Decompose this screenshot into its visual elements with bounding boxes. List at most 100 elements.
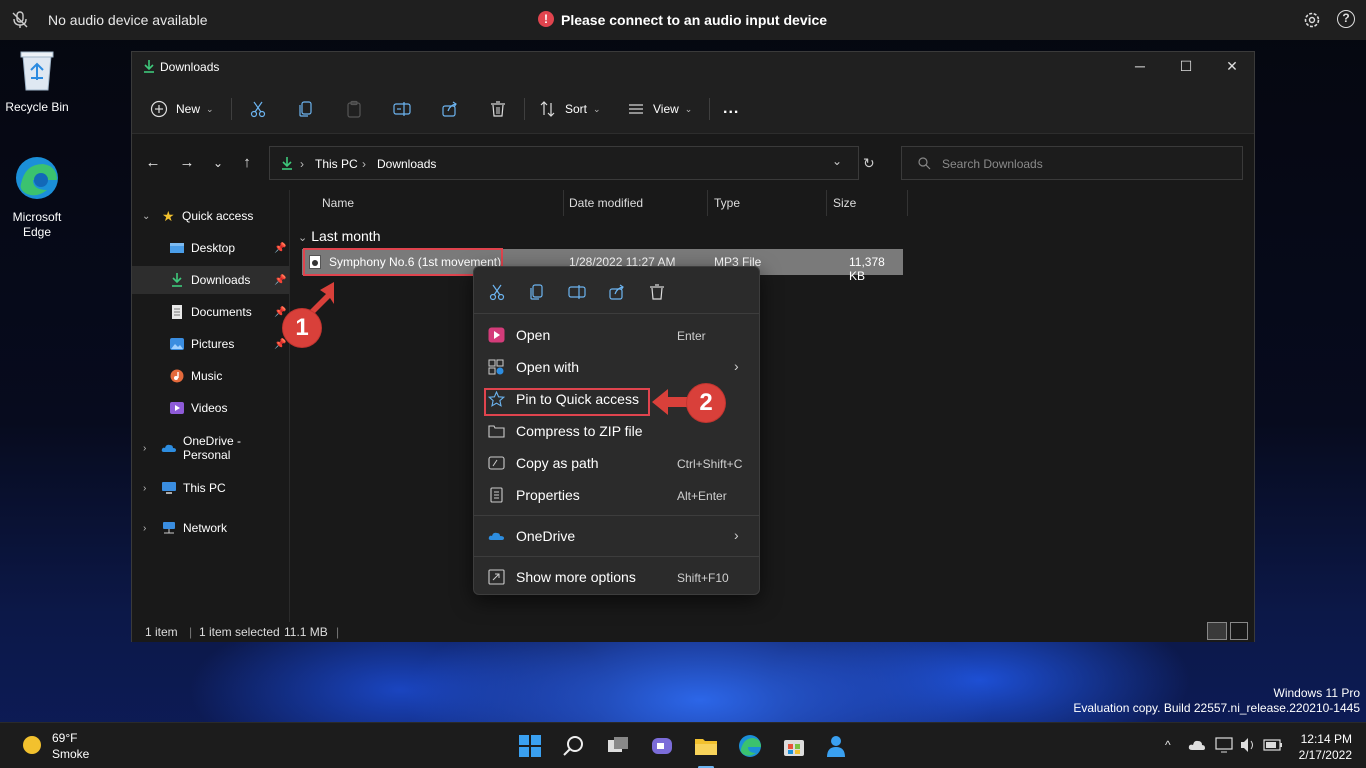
task-view-icon[interactable]: [604, 732, 632, 760]
sidebar-item-quick-access[interactable]: ⌄ ★ Quick access: [132, 202, 289, 230]
store-icon[interactable]: [780, 732, 808, 760]
windows-start-icon[interactable]: [516, 732, 544, 760]
column-header-type[interactable]: Type: [714, 196, 740, 210]
menu-item-copy-as-path[interactable]: Copy as path Ctrl+Shift+C: [474, 447, 759, 479]
column-header-size[interactable]: Size: [833, 196, 856, 210]
cut-button[interactable]: [249, 96, 267, 122]
sort-button[interactable]: Sort ⌄: [539, 96, 601, 122]
paste-button[interactable]: [345, 96, 363, 122]
sidebar-item-pictures[interactable]: Pictures 📌: [132, 330, 289, 358]
file-explorer-icon[interactable]: [692, 732, 720, 760]
menu-item-show-more-options[interactable]: Show more options Shift+F10: [474, 561, 759, 593]
sidebar-item-music[interactable]: Music: [132, 362, 289, 390]
new-button[interactable]: New ⌄: [150, 96, 214, 122]
chevron-down-icon[interactable]: ⌄: [142, 211, 150, 222]
search-icon: [918, 157, 931, 170]
menu-item-compress-zip[interactable]: Compress to ZIP file: [474, 415, 759, 447]
desktop-icon-edge[interactable]: Microsoft Edge: [0, 154, 74, 240]
refresh-icon[interactable]: ↻: [863, 155, 875, 172]
close-button[interactable]: ✕: [1222, 58, 1242, 74]
weather-widget[interactable]: 69°F Smoke: [0, 723, 120, 768]
search-icon[interactable]: [560, 732, 588, 760]
group-header[interactable]: ⌄ Last month: [298, 228, 380, 244]
menu-item-onedrive[interactable]: OneDrive ›: [474, 520, 759, 552]
pin-highlight-box: [484, 388, 650, 416]
chevron-right-icon[interactable]: ›: [143, 443, 146, 454]
download-icon: [282, 157, 292, 170]
more-options-button[interactable]: ...: [723, 96, 739, 122]
delete-button[interactable]: [489, 96, 507, 122]
sidebar-label: Pictures: [191, 337, 235, 351]
copy-button[interactable]: [297, 96, 315, 122]
mic-off-icon: [12, 11, 28, 28]
desktop-icon-recycle-bin[interactable]: Recycle Bin: [0, 48, 74, 115]
column-header-date[interactable]: Date modified: [569, 196, 643, 210]
copy-icon[interactable]: [528, 283, 546, 301]
edge-icon[interactable]: [736, 732, 764, 760]
share-icon: [442, 101, 457, 117]
paste-icon: [347, 100, 361, 118]
menu-shortcut: Ctrl+Shift+C: [677, 457, 743, 471]
sidebar-label: Documents: [191, 305, 252, 319]
battery-icon[interactable]: [1263, 737, 1283, 753]
cloud-icon: [161, 444, 176, 452]
pin-icon: 📌: [274, 338, 287, 350]
address-dropdown-chevron-icon[interactable]: ⌄: [832, 154, 842, 168]
sidebar-label: Desktop: [191, 241, 236, 255]
up-arrow-icon[interactable]: ↑: [237, 154, 257, 172]
callout-arrow-2: [652, 389, 692, 415]
search-placeholder: Search Downloads: [942, 157, 1043, 171]
sidebar-item-desktop[interactable]: Desktop 📌: [132, 234, 289, 262]
menu-item-properties[interactable]: Properties Alt+Enter: [474, 479, 759, 511]
address-bar[interactable]: › This PC › Downloads ⌄ ↻: [269, 146, 875, 180]
document-icon: [172, 305, 182, 319]
tiles-view-icon[interactable]: [1230, 622, 1248, 640]
people-icon[interactable]: [824, 732, 852, 760]
menu-label: Open with: [516, 359, 580, 375]
breadcrumb-downloads[interactable]: Downloads: [377, 157, 436, 171]
help-icon[interactable]: ?: [1337, 10, 1355, 28]
view-button[interactable]: View ⌄: [627, 96, 692, 122]
clock[interactable]: 12:14 PM 2/17/2022: [1290, 731, 1352, 763]
column-header-name[interactable]: Name: [322, 196, 354, 210]
sidebar-item-downloads[interactable]: Downloads 📌: [132, 266, 289, 294]
maximize-button[interactable]: ☐: [1176, 58, 1196, 74]
minimize-button[interactable]: ─: [1130, 58, 1150, 74]
menu-item-open-with[interactable]: Open with ›: [474, 351, 759, 383]
forward-arrow-icon[interactable]: →: [177, 154, 197, 172]
sidebar-item-onedrive[interactable]: › OneDrive - Personal: [132, 434, 289, 462]
cloud-icon[interactable]: [1188, 738, 1206, 752]
rename-icon[interactable]: [568, 283, 586, 301]
chat-icon[interactable]: [648, 732, 676, 760]
menu-shortcut: Alt+Enter: [677, 489, 727, 503]
back-arrow-icon[interactable]: ←: [143, 154, 163, 172]
computer-icon: [162, 482, 176, 494]
speaker-icon[interactable]: [1239, 737, 1257, 753]
chevron-right-icon[interactable]: ›: [143, 523, 146, 534]
scissors-icon[interactable]: [488, 283, 506, 301]
chevron-up-icon[interactable]: ^: [1165, 738, 1171, 752]
menu-item-open[interactable]: Open Enter: [474, 319, 759, 351]
share-icon[interactable]: [608, 283, 626, 301]
sidebar-label: Network: [183, 521, 228, 535]
sun-icon: [23, 736, 41, 754]
gear-icon[interactable]: [1302, 10, 1322, 30]
chevron-down-icon: ⌄: [206, 103, 214, 114]
recent-chevron-icon[interactable]: ⌄: [208, 154, 228, 172]
share-button[interactable]: [441, 96, 459, 122]
breadcrumb-separator-icon: ›: [362, 157, 366, 171]
rename-button[interactable]: [393, 96, 411, 122]
breadcrumb-this-pc[interactable]: This PC: [315, 157, 358, 171]
trash-icon[interactable]: [648, 283, 666, 301]
details-view-icon[interactable]: [1207, 622, 1227, 640]
sidebar-item-documents[interactable]: Documents 📌: [132, 298, 289, 326]
sidebar-item-videos[interactable]: Videos: [132, 394, 289, 422]
sidebar-item-network[interactable]: › Network: [132, 514, 289, 542]
search-box[interactable]: Search Downloads: [901, 146, 1243, 180]
sidebar-item-this-pc[interactable]: › This PC: [132, 474, 289, 502]
display-icon[interactable]: [1215, 737, 1233, 753]
file-size: 11,378 KB: [849, 255, 885, 283]
chevron-right-icon[interactable]: ›: [143, 483, 146, 494]
audio-warning-text: Please connect to an audio input device: [561, 12, 828, 28]
weather-desc: Smoke: [52, 747, 90, 761]
